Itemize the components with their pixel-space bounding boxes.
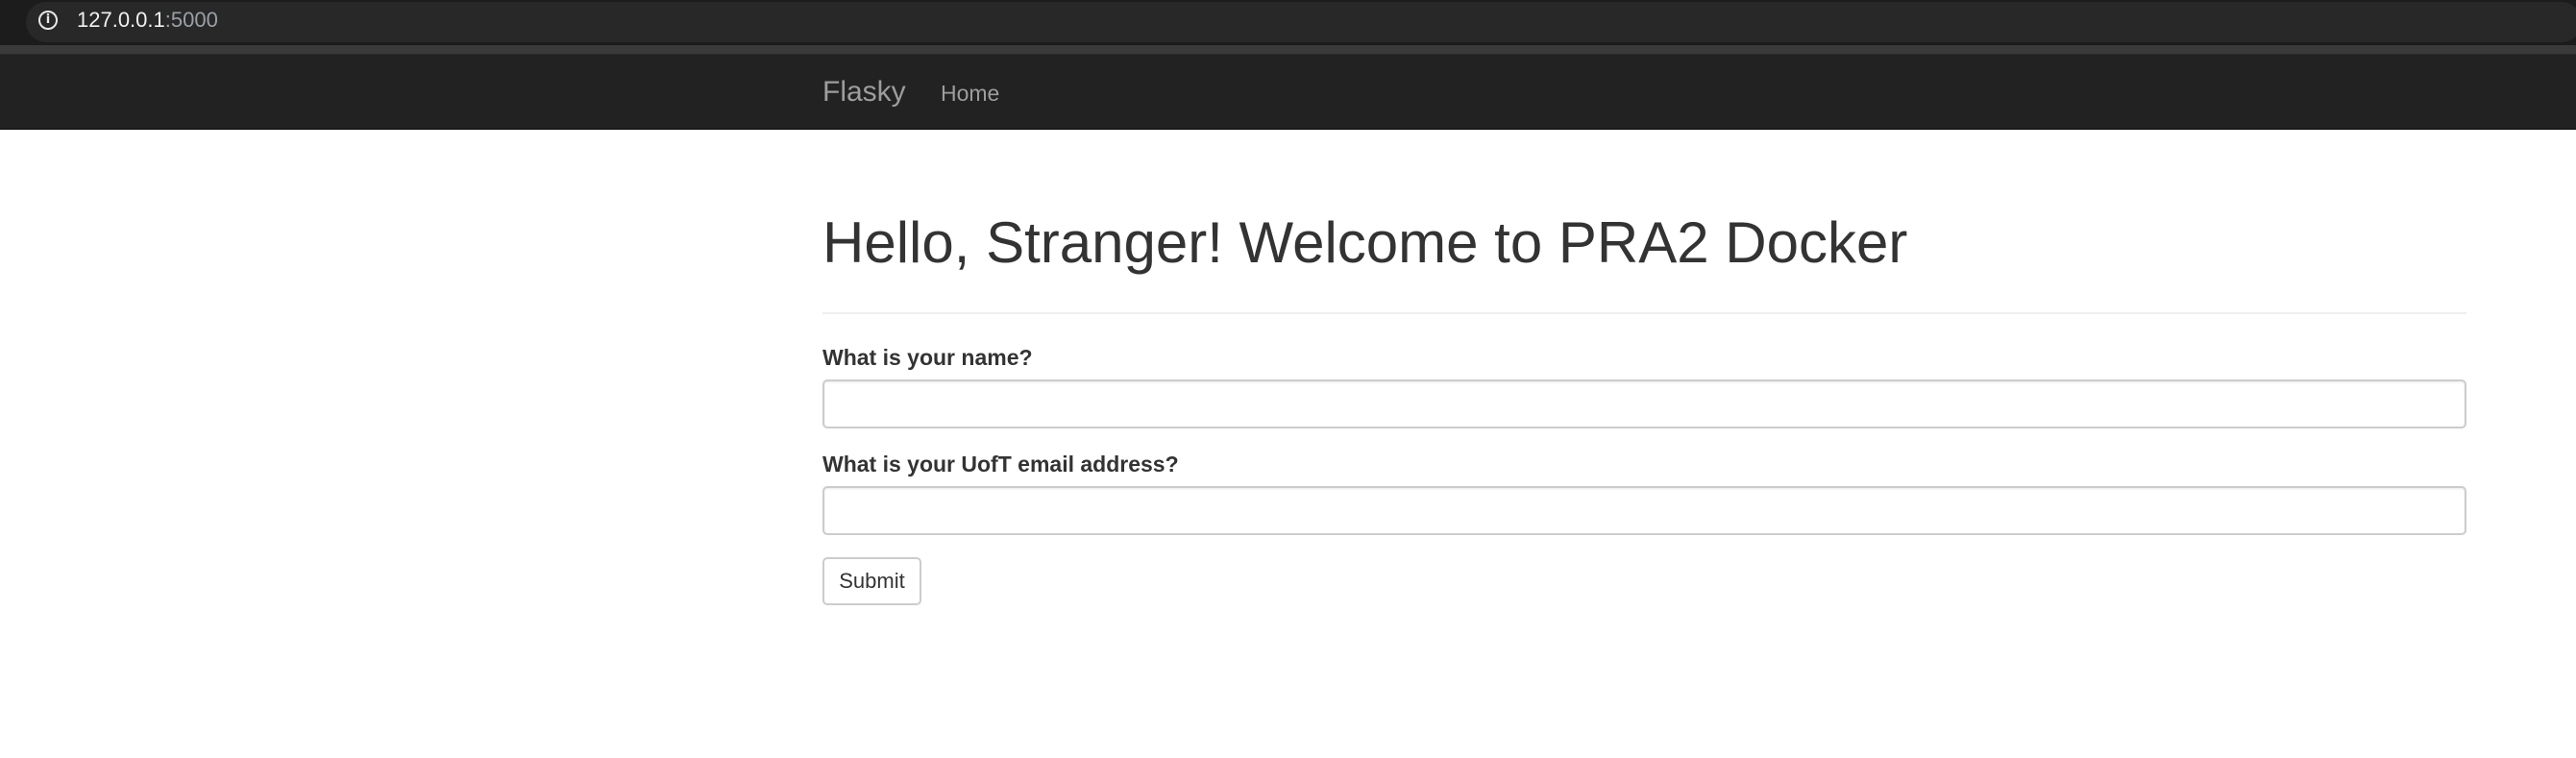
address-bar-url[interactable]: 127.0.0.1:5000 [77, 9, 218, 32]
navbar-brand[interactable]: Flasky [822, 76, 906, 109]
page-title: Hello, Stranger! Welcome to PRA2 Docker [822, 210, 1908, 275]
url-port: :5000 [164, 8, 218, 32]
nav-link-home[interactable]: Home [941, 80, 999, 107]
browser-toolbar: i 127.0.0.1:5000 [0, 0, 2576, 45]
email-input[interactable] [822, 486, 2466, 535]
info-icon[interactable]: i [38, 11, 58, 30]
url-host: 127.0.0.1 [77, 8, 165, 32]
browser-divider [0, 45, 2576, 55]
submit-button[interactable]: Submit [822, 557, 921, 605]
email-field-label: What is your UofT email address? [822, 452, 1179, 477]
name-field-label: What is your name? [822, 345, 1033, 370]
page-header: Hello, Stranger! Welcome to PRA2 Docker [822, 194, 2466, 314]
name-input[interactable] [822, 379, 2466, 428]
navbar: Flasky Home [0, 55, 2576, 130]
address-bar[interactable] [26, 2, 2576, 42]
